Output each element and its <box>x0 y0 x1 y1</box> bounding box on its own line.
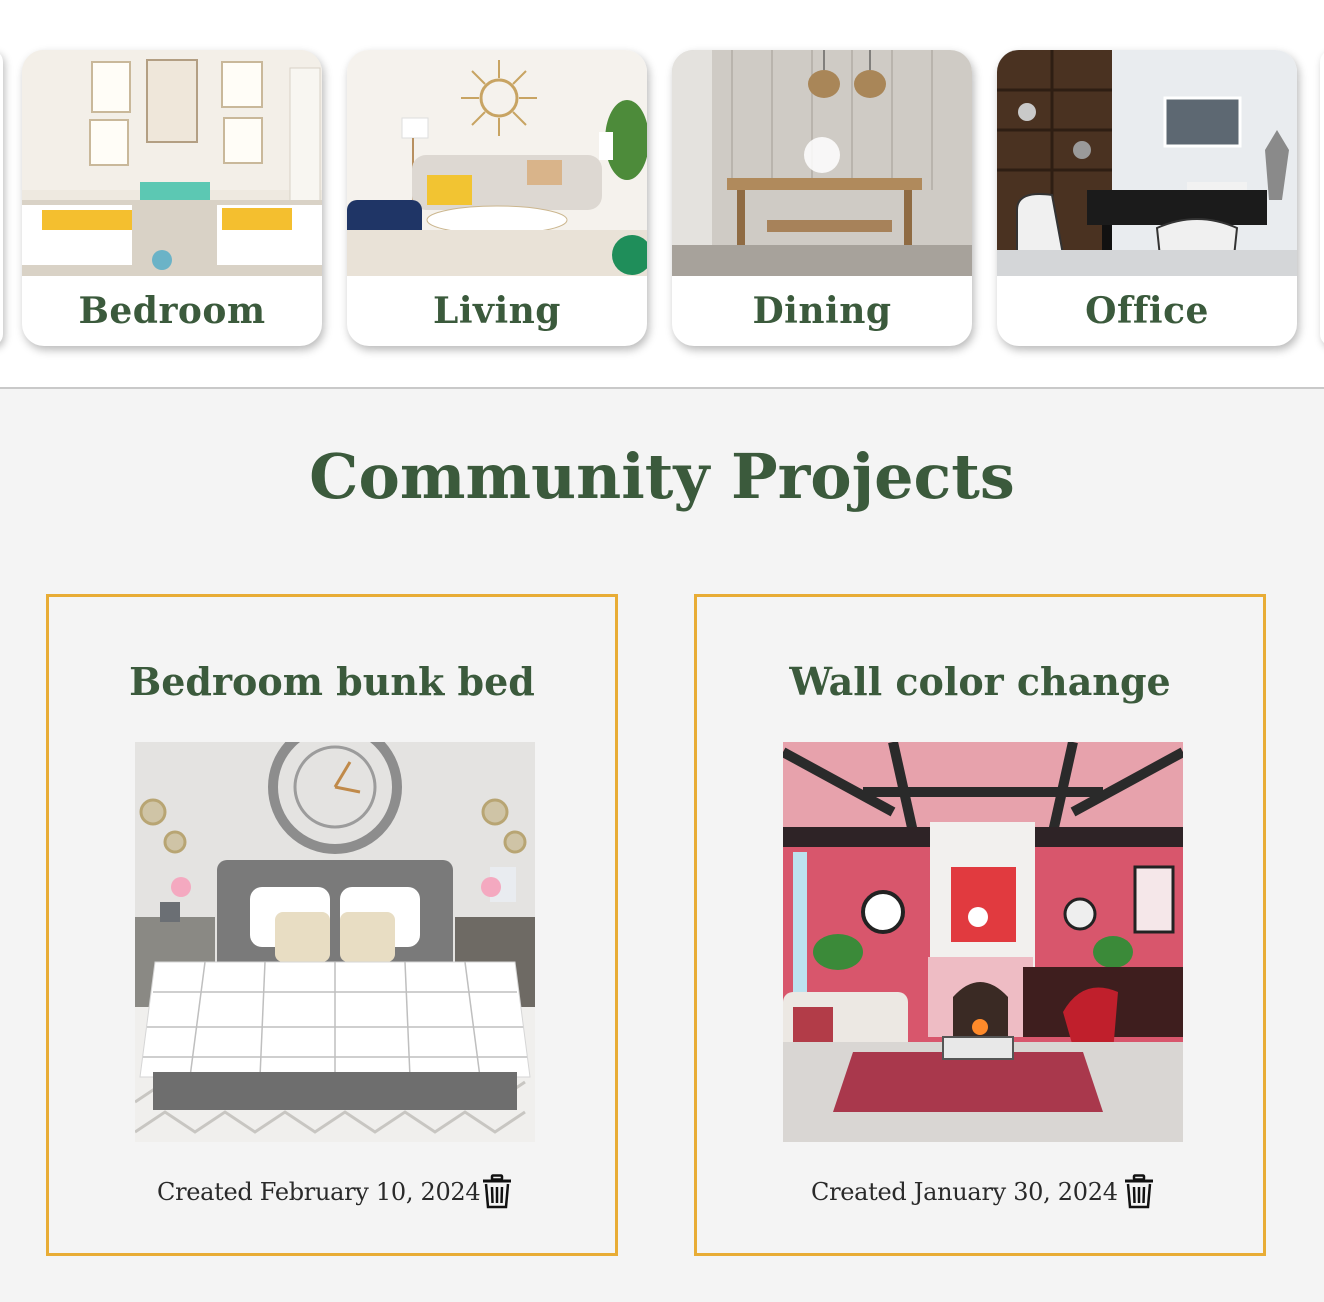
project-image-bedroom[interactable] <box>135 742 535 1142</box>
category-label: Living <box>433 290 561 332</box>
delete-project-button[interactable] <box>1122 1172 1156 1212</box>
trash-icon <box>483 1174 511 1209</box>
delete-project-button[interactable] <box>480 1172 514 1212</box>
category-card-living[interactable]: Living <box>347 50 647 346</box>
section-title: Community Projects <box>309 440 1015 513</box>
category-card-office[interactable]: Office <box>997 50 1297 346</box>
carousel-partial-card-right[interactable] <box>1320 50 1324 346</box>
living-room-thumbnail <box>347 50 647 276</box>
carousel-partial-card-left[interactable] <box>0 50 3 346</box>
office-thumbnail <box>997 50 1297 276</box>
community-projects-section: Community Projects Bedroom bunk bed Crea… <box>0 389 1324 1302</box>
category-card-bedroom[interactable]: Bedroom <box>22 50 322 346</box>
category-card-dining[interactable]: Dining <box>672 50 972 346</box>
project-card[interactable]: Wall color change Created January 30, 20… <box>694 594 1266 1256</box>
project-title: Bedroom bunk bed <box>129 659 535 704</box>
category-label: Bedroom <box>78 290 266 332</box>
project-title: Wall color change <box>789 659 1171 704</box>
project-image-living-room[interactable] <box>783 742 1183 1142</box>
room-category-carousel: Bedroom Living Dining Office <box>0 0 1324 387</box>
bedroom-thumbnail <box>22 50 322 276</box>
project-meta: Created February 10, 2024 <box>49 1172 615 1212</box>
project-card[interactable]: Bedroom bunk bed Created February 10, 20… <box>46 594 618 1256</box>
created-date: Created February 10, 2024 <box>157 1178 481 1206</box>
created-date: Created January 30, 2024 <box>811 1178 1118 1206</box>
category-label: Office <box>1085 290 1209 332</box>
category-label: Dining <box>752 290 892 332</box>
dining-room-thumbnail <box>672 50 972 276</box>
trash-icon <box>1125 1174 1153 1209</box>
project-meta: Created January 30, 2024 <box>697 1172 1263 1212</box>
